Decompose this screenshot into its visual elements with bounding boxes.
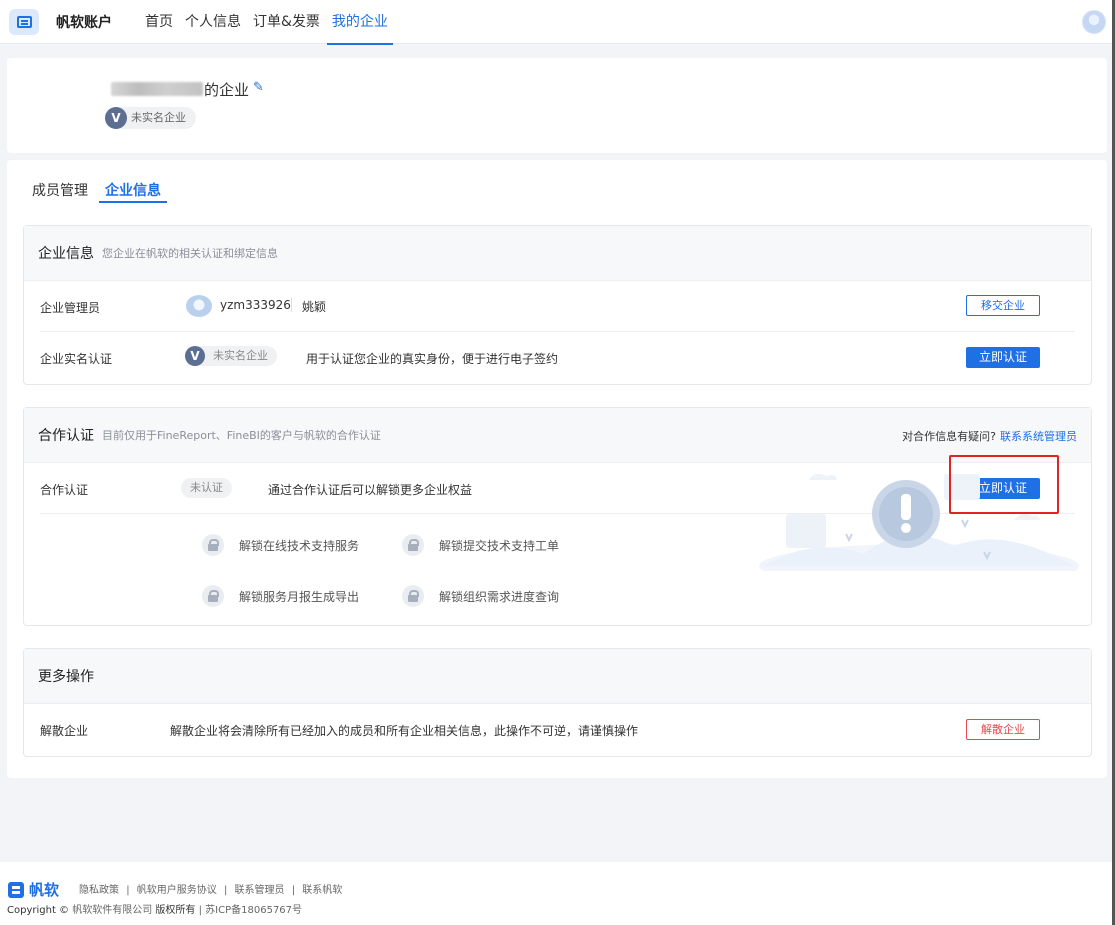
- enterprise-tabs: 成员管理 企业信息: [32, 180, 178, 203]
- lock-icon: [402, 585, 424, 607]
- contact-fanruan-link[interactable]: 联系帆软: [302, 885, 342, 896]
- footer-sep: |: [198, 905, 202, 916]
- verify-badge-icon: V: [185, 346, 205, 366]
- contact-hint: 对合作信息有疑问? 联系系统管理员: [902, 428, 1077, 444]
- section-description: 您企业在帆软的相关认证和绑定信息: [102, 247, 278, 260]
- cooperation-description: 通过合作认证后可以解锁更多企业权益: [268, 483, 473, 497]
- main-panel: 成员管理 企业信息 企业信息 您企业在帆软的相关认证和绑定信息 企业管理员 yz…: [7, 160, 1107, 778]
- lock-icon: [402, 534, 424, 556]
- more-operations-section: 更多操作 解散企业 解散企业将会清除所有已经加入的成员和所有企业相关信息，此操作…: [23, 648, 1092, 757]
- footer-sep: |: [223, 885, 228, 896]
- account-logo-icon[interactable]: [9, 8, 39, 35]
- dissolve-enterprise-button[interactable]: 解散企业: [966, 719, 1040, 740]
- contact-admin-link[interactable]: 联系系统管理员: [1000, 430, 1077, 443]
- realname-status-tag: V 未实名企业: [185, 346, 277, 366]
- nav-orders-invoices[interactable]: 订单&发票: [248, 0, 325, 44]
- nav-home[interactable]: 首页: [140, 0, 178, 44]
- copyright: Copyright © 帆软软件有限公司 版权所有 | 苏ICP备1806576…: [7, 901, 302, 916]
- company-card: 的企业 ✎ V 未实名企业: [7, 58, 1107, 153]
- cooperation-label: 合作认证: [40, 483, 89, 497]
- footer-sep: |: [126, 885, 130, 896]
- copyright-text: Copyright ©: [7, 905, 70, 916]
- brand-logo-icon: [8, 881, 24, 898]
- perk-item: 解锁提交技术支持工单: [402, 534, 559, 556]
- admin-id: yzm333926: [220, 298, 291, 312]
- section-description: 目前仅用于FineReport、FineBI的客户与帆软的合作认证: [102, 429, 381, 442]
- perk-label: 解锁组织需求进度查询: [439, 589, 560, 604]
- footer-links: 隐私政策 | 帆软用户服务协议 | 联系管理员 | 联系帆软: [79, 881, 346, 896]
- section-title: 更多操作: [38, 669, 94, 685]
- section-header: 合作认证 目前仅用于FineReport、FineBI的客户与帆软的合作认证 对…: [24, 408, 1091, 463]
- nav-my-enterprise[interactable]: 我的企业: [326, 0, 393, 45]
- main-nav: 首页 个人信息 订单&发票 我的企业: [140, 0, 395, 45]
- verify-badge-icon: V: [105, 107, 127, 129]
- company-name-suffix: 的企业: [204, 81, 250, 99]
- perk-item: 解锁服务月报生成导出: [202, 585, 359, 607]
- tab-enterprise-info[interactable]: 企业信息: [99, 180, 167, 203]
- admin-avatar: [186, 295, 212, 317]
- realname-certify-button[interactable]: 立即认证: [966, 347, 1040, 368]
- tab-member-management[interactable]: 成员管理: [32, 180, 88, 203]
- admin-name: 姚颖: [302, 300, 327, 314]
- company-link[interactable]: 帆软软件有限公司: [72, 905, 152, 916]
- realname-status-text: 未实名企业: [131, 111, 186, 124]
- question-text: 对合作信息有疑问?: [902, 430, 996, 443]
- perk-item: 解锁组织需求进度查询: [402, 585, 559, 607]
- transfer-enterprise-button[interactable]: 移交企业: [966, 295, 1040, 316]
- dissolve-label: 解散企业: [40, 724, 89, 738]
- lock-icon: [202, 585, 224, 607]
- edit-icon[interactable]: ✎: [253, 81, 267, 95]
- section-title: 企业信息: [38, 246, 94, 262]
- service-agreement-link[interactable]: 帆软用户服务协议: [137, 885, 217, 896]
- rights-text: 版权所有: [155, 905, 196, 916]
- lock-icon: [202, 534, 224, 556]
- dissolve-description: 解散企业将会清除所有已经加入的成员和所有企业相关信息，此操作不可逆，请谨慎操作: [170, 724, 639, 738]
- contact-admin-footer-link[interactable]: 联系管理员: [235, 885, 285, 896]
- admin-row: 企业管理员 yzm333926 姚颖 移交企业: [40, 281, 1075, 332]
- top-nav-bar: 帆软账户 首页 个人信息 订单&发票 我的企业: [0, 0, 1115, 45]
- nav-personal-info[interactable]: 个人信息: [180, 0, 246, 44]
- perk-label: 解锁在线技术支持服务: [239, 538, 360, 553]
- realname-status-text: 未实名企业: [213, 349, 268, 362]
- highlight-box: [949, 455, 1059, 514]
- perk-label: 解锁服务月报生成导出: [239, 589, 360, 604]
- dissolve-row: 解散企业 解散企业将会清除所有已经加入的成员和所有企业相关信息，此操作不可逆，请…: [40, 704, 1075, 755]
- realname-row: 企业实名认证 V 未实名企业 用于认证您企业的真实身份，便于进行电子签约 立即认…: [40, 332, 1075, 383]
- realname-status-tag: V 未实名企业: [105, 107, 196, 129]
- footer: 帆软 隐私政策 | 帆软用户服务协议 | 联系管理员 | 联系帆软 Copyri…: [0, 862, 1112, 925]
- admin-label: 企业管理员: [40, 301, 101, 315]
- enterprise-info-section: 企业信息 您企业在帆软的相关认证和绑定信息 企业管理员 yzm333926 姚颖…: [23, 225, 1092, 385]
- realname-label: 企业实名认证: [40, 352, 113, 366]
- section-header: 更多操作: [24, 649, 1091, 704]
- section-header: 企业信息 您企业在帆软的相关认证和绑定信息: [24, 226, 1091, 281]
- cooperation-status-tag: 未认证: [181, 478, 232, 498]
- perk-item: 解锁在线技术支持服务: [202, 534, 359, 556]
- section-title: 合作认证: [38, 428, 94, 444]
- blurred-company-name: [111, 82, 203, 96]
- icp-link[interactable]: 苏ICP备18065767号: [205, 905, 302, 916]
- cooperation-section: 合作认证 目前仅用于FineReport、FineBI的客户与帆软的合作认证 对…: [23, 407, 1092, 626]
- footer-brand: 帆软: [29, 881, 60, 899]
- app-name: 帆软账户: [56, 14, 112, 31]
- footer-sep: |: [291, 885, 296, 896]
- privacy-policy-link[interactable]: 隐私政策: [79, 885, 119, 896]
- footer-logo: 帆软: [8, 879, 59, 900]
- perk-label: 解锁提交技术支持工单: [439, 538, 560, 553]
- user-avatar[interactable]: [1082, 10, 1106, 34]
- realname-description: 用于认证您企业的真实身份，便于进行电子签约: [306, 352, 559, 366]
- divider: [291, 298, 292, 312]
